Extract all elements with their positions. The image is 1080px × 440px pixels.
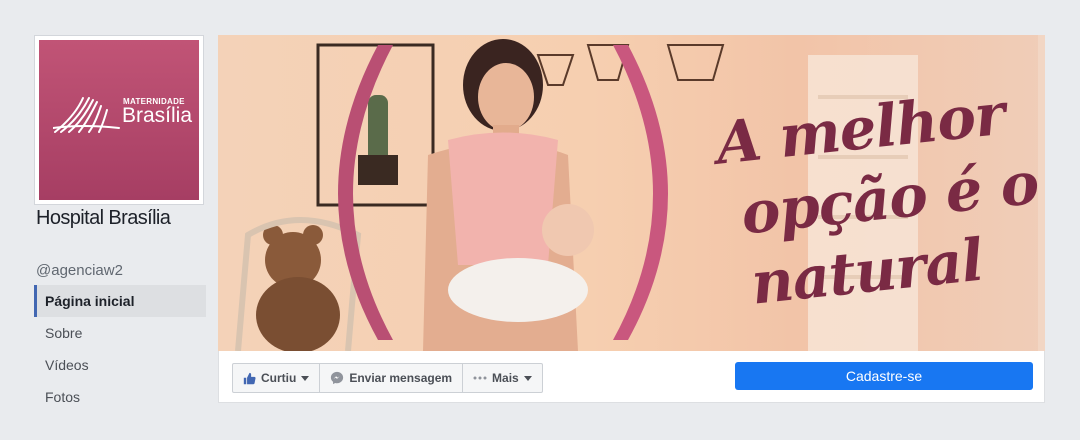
- cover-photo[interactable]: A melhor opção é o natural: [218, 35, 1045, 351]
- more-dots-icon: [473, 376, 487, 380]
- chevron-down-icon: [301, 375, 310, 381]
- sidebar-item-about[interactable]: Sobre: [34, 317, 206, 349]
- like-label: Curtiu: [261, 371, 297, 385]
- messenger-icon: [330, 371, 344, 385]
- sidebar-item-videos[interactable]: Vídeos: [34, 349, 206, 381]
- page-title[interactable]: Hospital Brasília: [36, 207, 171, 230]
- sidebar-nav: Página inicial Sobre Vídeos Fotos: [34, 285, 206, 413]
- page-action-bar: Curtiu Enviar mensagem Mais Cadastre-se: [218, 351, 1045, 403]
- sidebar-item-home[interactable]: Página inicial: [34, 285, 206, 317]
- send-message-label: Enviar mensagem: [349, 371, 453, 385]
- action-button-group: Curtiu Enviar mensagem Mais: [232, 363, 543, 393]
- signup-button[interactable]: Cadastre-se: [735, 362, 1033, 390]
- chevron-down-icon: [523, 375, 532, 381]
- logo-big-text: Brasília: [122, 104, 193, 127]
- thumbs-up-icon: [243, 372, 256, 385]
- profile-picture[interactable]: MATERNIDADE Brasília: [34, 35, 204, 205]
- more-button[interactable]: Mais: [463, 364, 542, 392]
- like-button[interactable]: Curtiu: [233, 364, 321, 392]
- sidebar-item-photos[interactable]: Fotos: [34, 381, 206, 413]
- logo-rays-icon: [53, 97, 120, 133]
- send-message-button[interactable]: Enviar mensagem: [320, 364, 464, 392]
- page-username: @agenciaw2: [36, 262, 123, 279]
- more-label: Mais: [492, 371, 519, 385]
- maternidade-logo: MATERNIDADE Brasília: [39, 40, 199, 200]
